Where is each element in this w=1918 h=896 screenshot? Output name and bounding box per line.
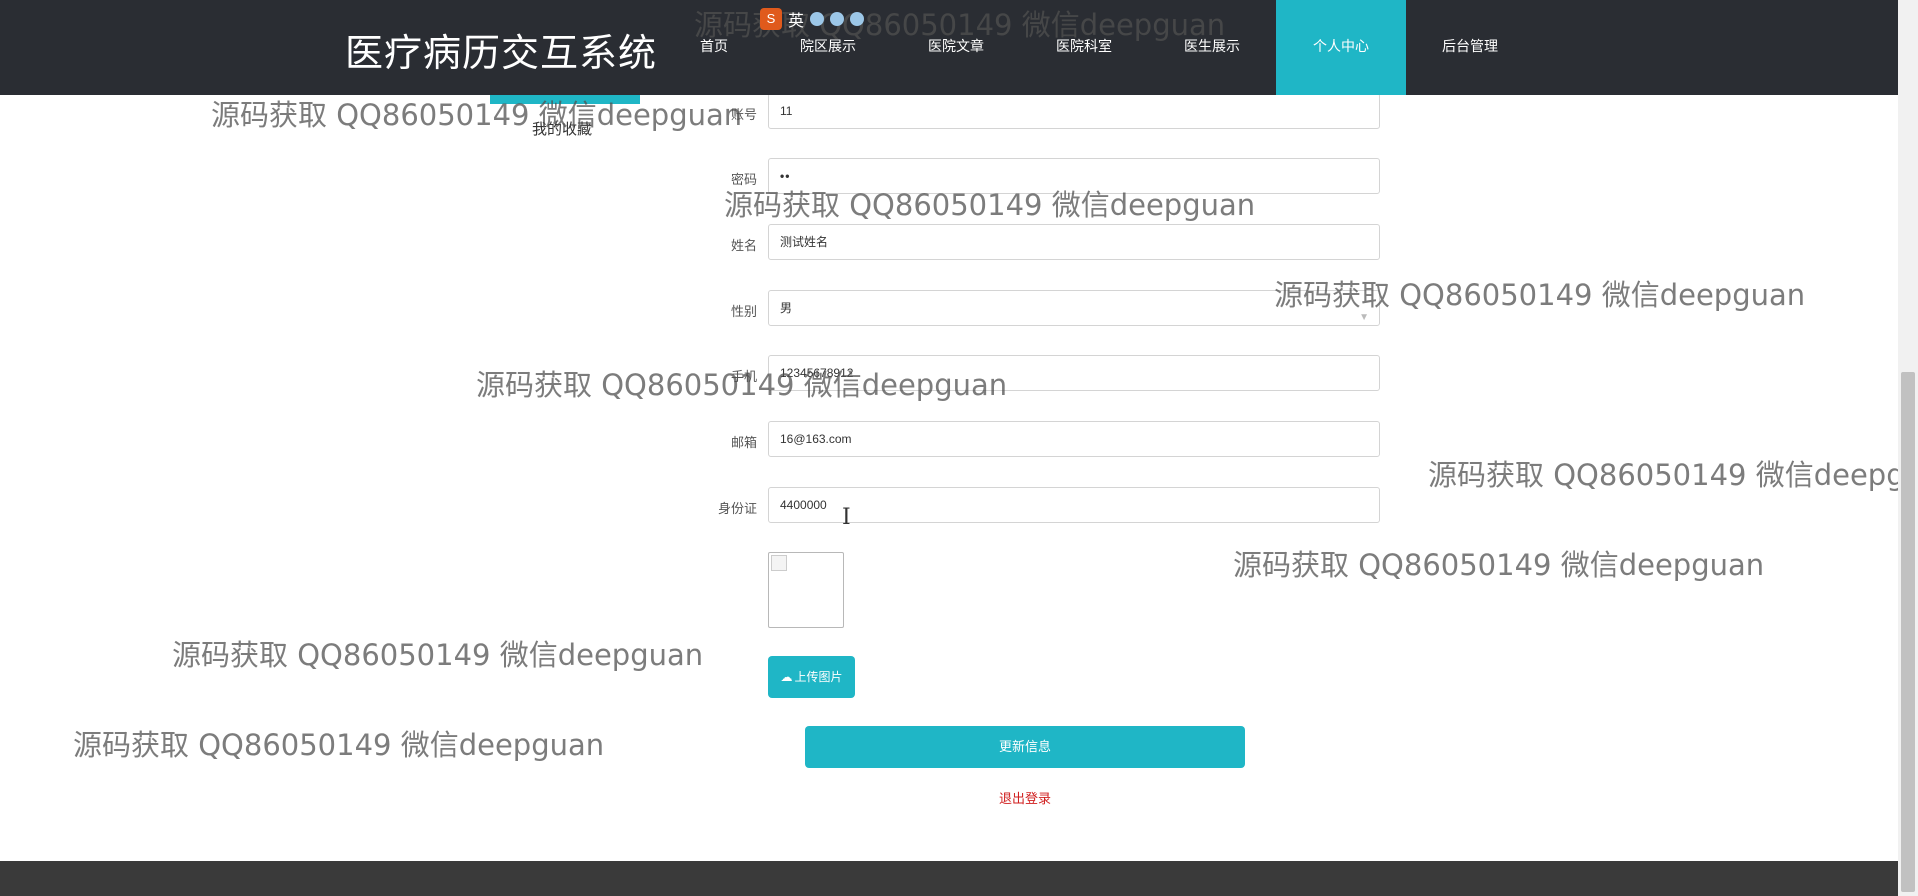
mic-icon xyxy=(830,12,845,26)
chevron-down-icon: ▼ xyxy=(1359,312,1369,323)
scrollbar-thumb[interactable] xyxy=(1901,372,1915,892)
phone-row: 手机 12345678912 xyxy=(660,355,1382,393)
phone-input[interactable]: 12345678912 xyxy=(768,355,1380,391)
nav-home[interactable]: 首页 xyxy=(680,0,764,95)
id-card-input[interactable]: 4400000 xyxy=(768,487,1380,523)
nav-personal-center[interactable]: 个人中心 xyxy=(1276,0,1406,95)
email-input[interactable]: 16@163.com xyxy=(768,421,1380,457)
account-row: 账号 11 xyxy=(660,93,1382,131)
gender-value: 男 xyxy=(780,301,793,315)
phone-label: 手机 xyxy=(730,369,757,384)
gender-row: 性别 男 ▼ xyxy=(660,290,1382,328)
update-info-button[interactable]: 更新信息 xyxy=(805,726,1245,768)
gender-label: 性别 xyxy=(730,304,757,319)
name-row: 姓名 测试姓名 xyxy=(660,224,1382,262)
password-row: 密码 •• xyxy=(660,158,1382,196)
ime-s-icon: S xyxy=(760,8,782,30)
gender-select[interactable]: 男 ▼ xyxy=(768,290,1380,326)
id-card-label: 身份证 xyxy=(717,501,757,516)
site-brand[interactable]: 医疗病历交互系统 xyxy=(345,22,657,77)
watermark: 源码获取 QQ86050149 微信deepguan xyxy=(1428,458,1898,492)
keyboard-icon xyxy=(850,12,865,26)
password-label: 密码 xyxy=(730,172,757,187)
upload-label: 上传图片 xyxy=(794,670,843,684)
watermark: 源码获取 QQ86050149 微信deepguan xyxy=(73,728,605,762)
text-cursor-icon: I xyxy=(842,505,851,530)
name-label: 姓名 xyxy=(730,238,757,253)
page-scrollbar[interactable] xyxy=(1898,0,1918,896)
email-label: 邮箱 xyxy=(730,435,757,450)
logout-link[interactable]: 退出登录 xyxy=(985,788,1065,807)
password-input[interactable]: •• xyxy=(768,158,1380,194)
account-label: 账号 xyxy=(730,107,757,122)
avatar-preview xyxy=(768,552,844,628)
account-input[interactable]: 11 xyxy=(768,93,1380,129)
side-menu-favorites[interactable]: 我的收藏 xyxy=(532,118,592,139)
email-row: 邮箱 16@163.com xyxy=(660,421,1382,459)
nav-doctors[interactable]: 医生展示 xyxy=(1148,0,1276,95)
id-card-row: 身份证 4400000 xyxy=(660,487,1382,525)
upload-image-button[interactable]: ☁ 上传图片 xyxy=(768,656,855,698)
nav-admin[interactable]: 后台管理 xyxy=(1406,0,1534,95)
watermark: 源码获取 QQ86050149 微信deepguan xyxy=(1233,548,1765,582)
ime-badge: S 英 xyxy=(760,6,960,32)
watermark: 源码获取 QQ86050149 微信deepguan xyxy=(172,638,704,672)
moon-icon xyxy=(810,12,825,26)
broken-image-icon xyxy=(771,555,787,571)
cloud-upload-icon: ☁ xyxy=(780,670,793,684)
page-footer xyxy=(0,861,1898,896)
ime-mode-label: 英 xyxy=(788,13,805,30)
name-input[interactable]: 测试姓名 xyxy=(768,224,1380,260)
nav-departments[interactable]: 医院科室 xyxy=(1020,0,1148,95)
